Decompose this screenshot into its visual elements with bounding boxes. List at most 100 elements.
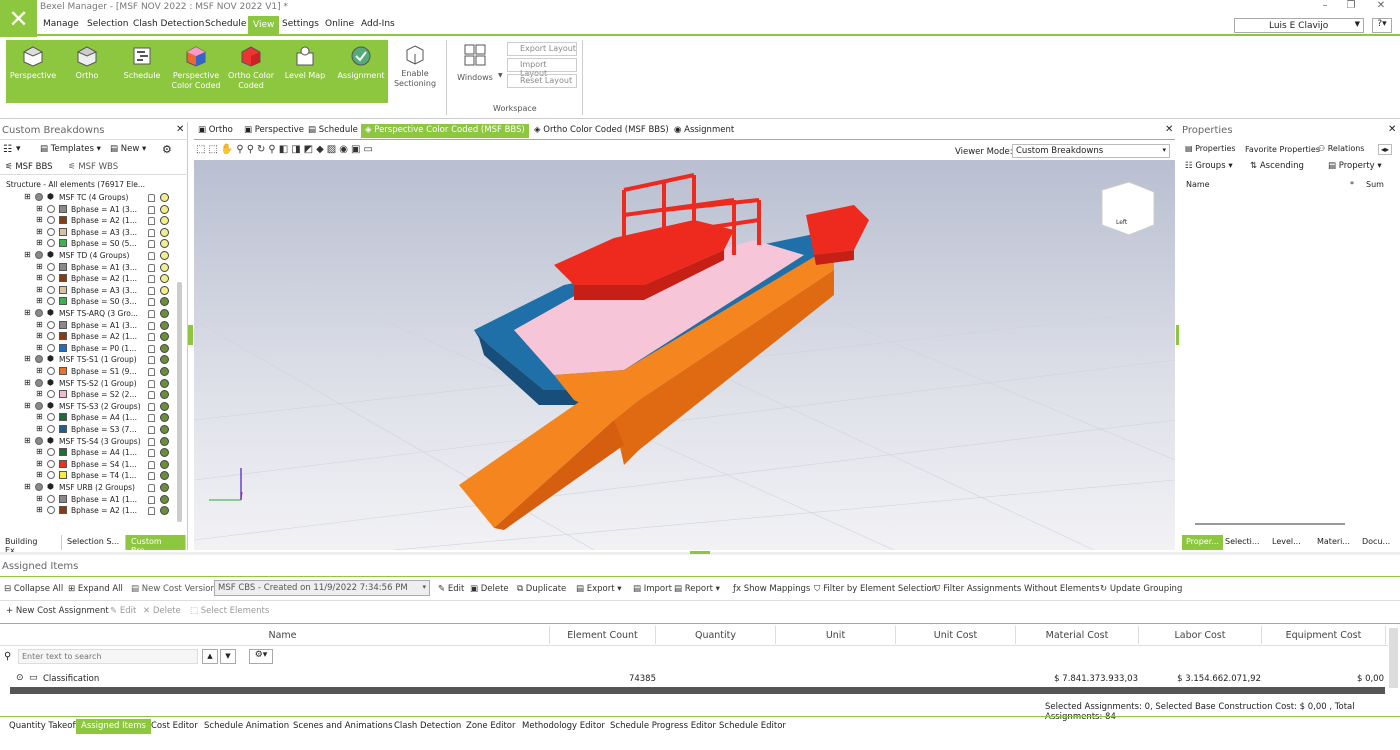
tree-icon[interactable]: ☷ [3,144,12,155]
visibility-icon[interactable] [35,378,43,387]
import-button[interactable]: ▤ Import [633,584,672,594]
lock-icon[interactable] [148,414,155,423]
bottom-tab[interactable]: Schedule Editor [714,719,791,734]
visibility-icon[interactable] [35,401,43,410]
cost-version-select[interactable]: MSF CBS - Created on 11/9/2022 7:34:56 P… [214,580,430,596]
expand-icon[interactable]: ⊞ [36,262,43,271]
bottom-tab[interactable]: Clash Detection [389,719,466,734]
expand-icon[interactable]: ⊞ [36,389,43,398]
schedule-button[interactable]: Schedule [118,41,166,81]
color-swatch[interactable] [59,285,67,294]
visibility-icon[interactable] [35,355,43,364]
visibility-icon[interactable] [47,459,55,468]
visibility-icon[interactable] [47,413,55,422]
edit-version-button[interactable]: ✎ Edit [438,584,464,594]
lock-icon[interactable] [148,194,155,202]
select-elements-button[interactable]: ⬚ Select Elements [190,606,269,616]
scrollbar[interactable] [1389,628,1398,688]
menu-schedule[interactable]: Schedule [205,19,246,29]
visibility-icon[interactable] [47,239,55,248]
help-icon[interactable]: ?▾ [1372,18,1392,33]
delete-assignment-button[interactable]: ✕ Delete [143,606,181,616]
column-element-count[interactable]: Element Count [550,626,656,644]
bulb-icon[interactable] [160,367,169,376]
expand-icon[interactable]: ⊞ [24,308,31,317]
visibility-icon[interactable] [35,483,43,491]
search-options-gear-icon[interactable]: ⚙▾ [249,649,273,664]
tab-properties-bottom[interactable]: Proper... [1182,535,1223,550]
enable-sectioning-button[interactable]: Enable Sectioning [392,41,438,89]
bottom-tab[interactable]: Quantity Takeoff [4,719,83,734]
update-grouping-button[interactable]: ↻ Update Grouping [1100,584,1182,594]
visibility-icon[interactable] [47,274,55,283]
bulb-icon[interactable] [160,309,169,318]
color-swatch[interactable] [59,459,67,468]
box-select-icon[interactable]: ⬚ [208,144,220,155]
nav-cube[interactable] [1101,181,1155,236]
menu-settings[interactable]: Settings [282,19,319,29]
column-unit-cost[interactable]: Unit Cost [896,626,1016,644]
color-swatch[interactable] [59,320,67,329]
perspective-button[interactable]: Perspective [8,41,58,81]
visibility-icon[interactable] [47,297,55,306]
perspective-color-coded-button[interactable]: Perspective Color Coded [170,41,222,91]
tab-building-explorer[interactable]: Building Ex... [0,535,62,555]
color-swatch[interactable] [59,227,67,236]
bottom-tab[interactable]: Methodology Editor [517,719,610,734]
tab-perspective-color-coded[interactable]: ◈ Perspective Color Coded (MSF BBS) [361,124,529,138]
color-swatch[interactable] [59,239,67,248]
tab-msf-bbs[interactable]: ⚟ MSF BBS [5,162,53,172]
ascending-button[interactable]: ⇅ Ascending [1250,161,1304,171]
bulb-icon[interactable] [160,390,169,400]
expand-icon[interactable]: ⊞ [36,424,43,433]
image-icon[interactable]: ▨ [327,144,339,155]
expand-icon[interactable]: ⊞ [36,470,43,479]
search-up-button[interactable]: ▲ [202,649,218,664]
expand-all-button[interactable]: ⊞ Expand All [68,584,123,594]
visibility-icon[interactable] [47,320,55,329]
tab-documents[interactable]: Docu... [1362,537,1390,546]
bulb-icon[interactable] [160,506,169,516]
lock-icon[interactable] [148,217,155,226]
reset-layout-button[interactable]: Reset Layout [507,74,577,88]
color-swatch[interactable] [59,448,67,457]
expand-icon[interactable]: ⊞ [36,320,43,329]
visibility-icon[interactable] [47,471,55,480]
lock-icon[interactable] [148,344,155,353]
expand-icon[interactable]: ⊞ [24,192,31,201]
bulb-icon[interactable] [160,332,169,342]
visibility-icon[interactable] [35,251,43,259]
zoom-window-icon[interactable]: ⚲ [247,144,257,155]
expand-icon[interactable]: ⊞ [36,447,43,456]
visibility-icon[interactable] [47,448,55,457]
bulb-icon[interactable] [160,343,169,353]
close-icon[interactable]: ✕ [176,124,184,135]
expand-icon[interactable]: ⊞ [24,436,31,445]
lock-icon[interactable] [148,449,155,458]
visibility-icon[interactable] [47,204,55,213]
splitter-handle[interactable] [190,325,193,345]
bulb-icon[interactable] [160,401,169,411]
bulb-icon[interactable] [160,378,169,388]
bulb-icon[interactable] [160,471,169,481]
tab-ortho-color-coded[interactable]: ◈ Ortho Color Coded (MSF BBS) [530,124,673,138]
visibility-icon[interactable] [47,425,55,433]
visibility-icon[interactable] [35,193,43,201]
section-icon[interactable]: ◩ [304,144,316,155]
orbit-icon[interactable]: ↻ [257,144,268,155]
viewer-mode-select[interactable]: Custom Breakdowns ▾ [1012,144,1170,158]
expand-icon[interactable]: ⊞ [36,273,43,282]
lock-icon[interactable] [148,426,155,434]
monitor-icon[interactable]: ▭ [363,144,375,155]
color-swatch[interactable] [59,413,67,422]
show-mappings-button[interactable]: ƒx Show Mappings [733,584,810,594]
bulb-icon[interactable] [160,193,169,202]
assignment-button[interactable]: Assignment [335,41,387,81]
tab-relations[interactable]: ⚇ Relations [1318,144,1364,153]
search-input[interactable] [18,649,198,664]
lock-icon[interactable] [148,321,155,330]
bulb-icon[interactable] [160,436,169,446]
lock-icon[interactable] [148,263,155,272]
expand-icon[interactable]: ⊞ [36,227,43,236]
close-button[interactable]: ✕ [1366,0,1396,14]
